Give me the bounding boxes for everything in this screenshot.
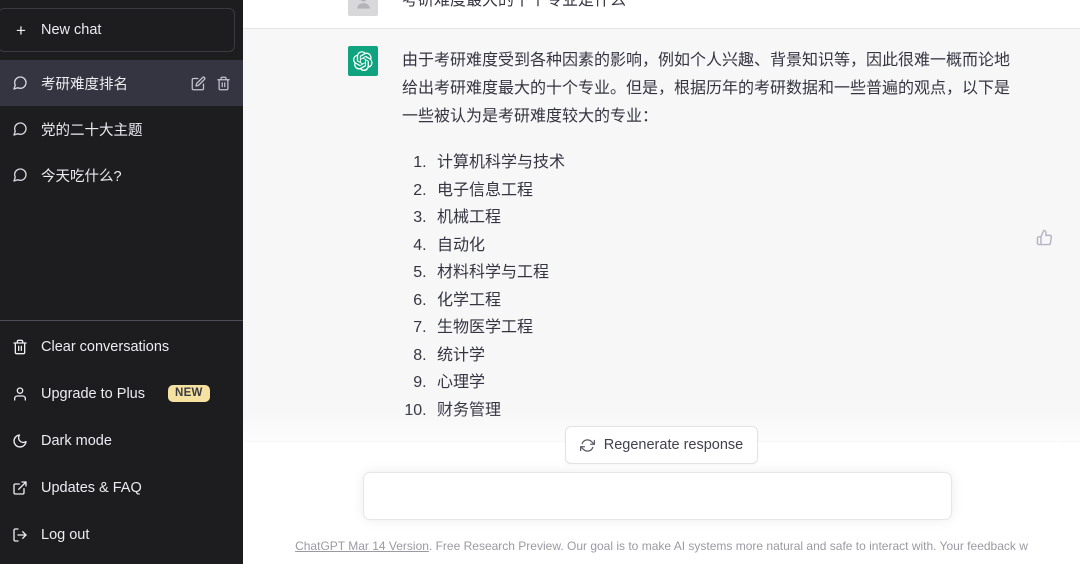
message-inner: 考研难度最大的十个专业是什么 <box>243 0 1080 28</box>
new-chat-label: New chat <box>41 22 102 38</box>
sidebar-conversation-item[interactable]: 党的二十大主题 <box>0 106 243 152</box>
message-input[interactable] <box>380 484 907 508</box>
conversation-title: 党的二十大主题 <box>41 122 143 139</box>
chatgpt-app: + New chat 考研难度排名 党的二十大主题 今天吃什么? Clear c… <box>0 0 1080 564</box>
user-avatar-icon <box>348 0 378 16</box>
sidebar-item-label: Dark mode <box>41 432 112 449</box>
sidebar-item-dark-mode[interactable]: Dark mode <box>0 417 243 464</box>
plus-icon: + <box>16 20 26 40</box>
chatgpt-logo-icon <box>348 46 378 76</box>
status-badge: NEW <box>167 384 210 403</box>
composer-box[interactable] <box>363 472 952 520</box>
sidebar-item-clear-conversations[interactable]: Clear conversations <box>0 323 243 370</box>
sidebar-item-log-out[interactable]: Log out <box>0 511 243 558</box>
list-item: 计算机科学与技术 <box>431 149 1012 177</box>
moon-icon <box>12 433 28 449</box>
list-item: 化学工程 <box>431 287 1012 315</box>
list-item: 心理学 <box>431 369 1012 397</box>
regenerate-label: Regenerate response <box>603 437 744 453</box>
new-chat-button[interactable]: + New chat <box>0 8 235 52</box>
message-user: 考研难度最大的十个专业是什么 <box>243 0 1080 28</box>
composer-area: Regenerate response ChatGPT Mar 14 Versi… <box>243 412 1080 564</box>
sidebar-item-label: Updates & FAQ <box>41 479 142 496</box>
sidebar-item-label: Upgrade to Plus <box>41 385 145 402</box>
footer-text: . Free Research Preview. Our goal is to … <box>428 539 1028 553</box>
new-chat-container: + New chat <box>0 0 243 52</box>
conversation-actions <box>191 76 231 91</box>
trash-icon[interactable] <box>216 76 231 91</box>
message-text: 由于考研难度受到各种因素的影响，例如个人兴趣、背景知识等，因此很难一概而论地给出… <box>402 52 1011 125</box>
message-actions <box>1036 46 1080 424</box>
sidebar-item-label: Clear conversations <box>41 338 170 355</box>
chat-bubble-icon <box>12 75 28 91</box>
sidebar-conversation-item[interactable]: 今天吃什么? <box>0 152 243 198</box>
list-item: 自动化 <box>431 232 1012 260</box>
message-body: 由于考研难度受到各种因素的影响，例如个人兴趣、背景知识等，因此很难一概而论地给出… <box>402 46 1012 424</box>
list-item: 材料科学与工程 <box>431 259 1012 287</box>
external-link-icon <box>12 480 28 496</box>
sidebar-menu: Clear conversations Upgrade to Plus NEW … <box>0 320 243 564</box>
list-item: 统计学 <box>431 342 1012 370</box>
list-item: 机械工程 <box>431 204 1012 232</box>
sidebar-conversation-item[interactable]: 考研难度排名 <box>0 60 243 106</box>
message-actions <box>1036 0 1080 16</box>
message-thread: 考研难度最大的十个专业是什么 由于考研难度受到各种因素的影响，例如个人兴趣、背景… <box>243 0 1080 442</box>
sidebar: + New chat 考研难度排名 党的二十大主题 今天吃什么? Clear c… <box>0 0 243 564</box>
message-assistant: 由于考研难度受到各种因素的影响，例如个人兴趣、背景知识等，因此很难一概而论地给出… <box>243 28 1080 442</box>
composer-wrap <box>243 472 1080 520</box>
sidebar-item-updates-faq[interactable]: Updates & FAQ <box>0 464 243 511</box>
regenerate-row: Regenerate response <box>243 426 1080 472</box>
regenerate-response-button[interactable]: Regenerate response <box>564 426 759 464</box>
refresh-icon <box>579 438 595 453</box>
thumbs-up-icon[interactable] <box>1036 50 1053 424</box>
version-link[interactable]: ChatGPT Mar 14 Version <box>295 539 429 553</box>
person-icon <box>12 386 28 402</box>
message-inner: 由于考研难度受到各种因素的影响，例如个人兴趣、背景知识等，因此很难一概而论地给出… <box>243 29 1080 441</box>
list-item: 电子信息工程 <box>431 177 1012 205</box>
pencil-icon[interactable] <box>191 76 206 91</box>
conversation-title: 今天吃什么? <box>41 168 122 185</box>
list-item: 生物医学工程 <box>431 314 1012 342</box>
chat-bubble-icon <box>12 121 28 137</box>
conversation-list: 考研难度排名 党的二十大主题 今天吃什么? <box>0 60 243 198</box>
logout-icon <box>12 527 28 543</box>
conversation-title: 考研难度排名 <box>41 76 128 93</box>
sidebar-item-label: Log out <box>41 526 90 543</box>
chat-main: 考研难度最大的十个专业是什么 由于考研难度受到各种因素的影响，例如个人兴趣、背景… <box>243 0 1080 564</box>
message-text: 考研难度最大的十个专业是什么 <box>402 0 627 9</box>
sidebar-item-upgrade-to-plus[interactable]: Upgrade to Plus NEW <box>0 370 243 417</box>
trash-icon <box>12 339 28 355</box>
chat-bubble-icon <box>12 167 28 183</box>
majors-list: 计算机科学与技术 电子信息工程 机械工程 自动化 材料科学与工程 化学工程 生物… <box>402 149 1012 424</box>
footer-disclaimer: ChatGPT Mar 14 Version. Free Research Pr… <box>243 520 1080 564</box>
